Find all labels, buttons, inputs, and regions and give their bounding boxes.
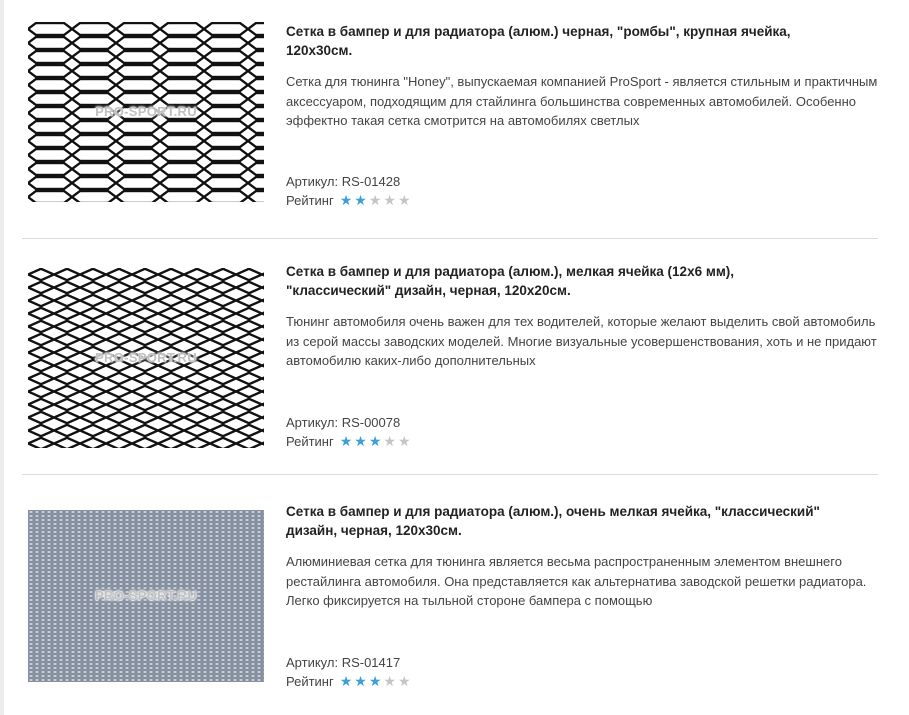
watermark: PRO-SPORT.RU <box>95 350 197 365</box>
product-title[interactable]: Сетка в бампер и для радиатора (алюм.), … <box>286 262 878 300</box>
star-filled-icon: ★ <box>354 192 369 208</box>
rating-stars: ★★★★★ <box>340 192 413 208</box>
title-line[interactable]: Сетка в бампер и для радиатора (алюм.) ч… <box>286 24 791 39</box>
star-filled-icon: ★ <box>339 673 355 689</box>
rating-label: Рейтинг <box>286 674 334 689</box>
watermark: PRO-SPORT.RU <box>95 104 197 119</box>
product-card: PRO-SPORT.RU Сетка в бампер и для радиат… <box>22 238 878 474</box>
product-sku: Артикул: RS-01417 <box>286 655 401 670</box>
title-line[interactable]: дизайн, черная, 120x30см. <box>286 523 462 538</box>
title-line[interactable]: "классический" дизайн, черная, 120x20см. <box>286 283 571 298</box>
star-empty-icon: ★ <box>383 673 398 689</box>
rating-label: Рейтинг <box>286 193 334 208</box>
star-filled-icon: ★ <box>339 433 355 449</box>
star-filled-icon: ★ <box>354 673 369 689</box>
product-sku: Артикул: RS-01428 <box>286 174 401 189</box>
title-line[interactable]: Сетка в бампер и для радиатора (алюм.), … <box>286 504 820 519</box>
product-title[interactable]: Сетка в бампер и для радиатора (алюм.), … <box>286 502 878 540</box>
product-description: Алюминиевая сетка для тюнинга является в… <box>286 554 867 608</box>
rating-label: Рейтинг <box>286 434 334 449</box>
product-info: Сетка в бампер и для радиатора (алюм.), … <box>286 502 878 689</box>
star-filled-icon: ★ <box>368 673 384 689</box>
product-description: Сетка для тюнинга "Honey", выпускаемая к… <box>286 74 878 128</box>
star-empty-icon: ★ <box>383 433 398 449</box>
left-border <box>0 0 4 715</box>
product-image[interactable]: PRO-SPORT.RU <box>28 22 264 202</box>
product-rating: Рейтинг ★★★★★ <box>286 433 413 450</box>
star-empty-icon: ★ <box>397 673 413 689</box>
star-empty-icon: ★ <box>383 192 398 208</box>
product-description: Тюнинг автомобиля очень важен для тех во… <box>286 314 877 368</box>
star-filled-icon: ★ <box>368 433 384 449</box>
product-sku: Артикул: RS-00078 <box>286 415 401 430</box>
product-info: Сетка в бампер и для радиатора (алюм.), … <box>286 262 878 449</box>
star-filled-icon: ★ <box>354 433 369 449</box>
product-rating: Рейтинг ★★★★★ <box>286 673 413 690</box>
product-info: Сетка в бампер и для радиатора (алюм.) ч… <box>286 22 878 208</box>
rating-stars: ★★★★★ <box>340 673 413 689</box>
rating-stars: ★★★★★ <box>340 433 413 449</box>
watermark: PRO-SPORT.RU <box>95 588 197 603</box>
product-image[interactable]: PRO-SPORT.RU <box>28 510 264 682</box>
product-card: PRO-SPORT.RU Сетка в бампер и для радиат… <box>22 474 878 715</box>
star-empty-icon: ★ <box>368 192 384 208</box>
title-line[interactable]: Сетка в бампер и для радиатора (алюм.), … <box>286 264 734 279</box>
product-card: PRO-SPORT.RU Сетка в бампер и для радиат… <box>22 0 878 238</box>
star-empty-icon: ★ <box>397 192 413 208</box>
product-rating: Рейтинг ★★★★★ <box>286 192 413 209</box>
star-filled-icon: ★ <box>339 192 355 208</box>
star-empty-icon: ★ <box>397 433 413 449</box>
title-line[interactable]: 120x30см. <box>286 43 352 58</box>
product-image[interactable]: PRO-SPORT.RU <box>28 268 264 448</box>
product-title[interactable]: Сетка в бампер и для радиатора (алюм.) ч… <box>286 22 878 60</box>
